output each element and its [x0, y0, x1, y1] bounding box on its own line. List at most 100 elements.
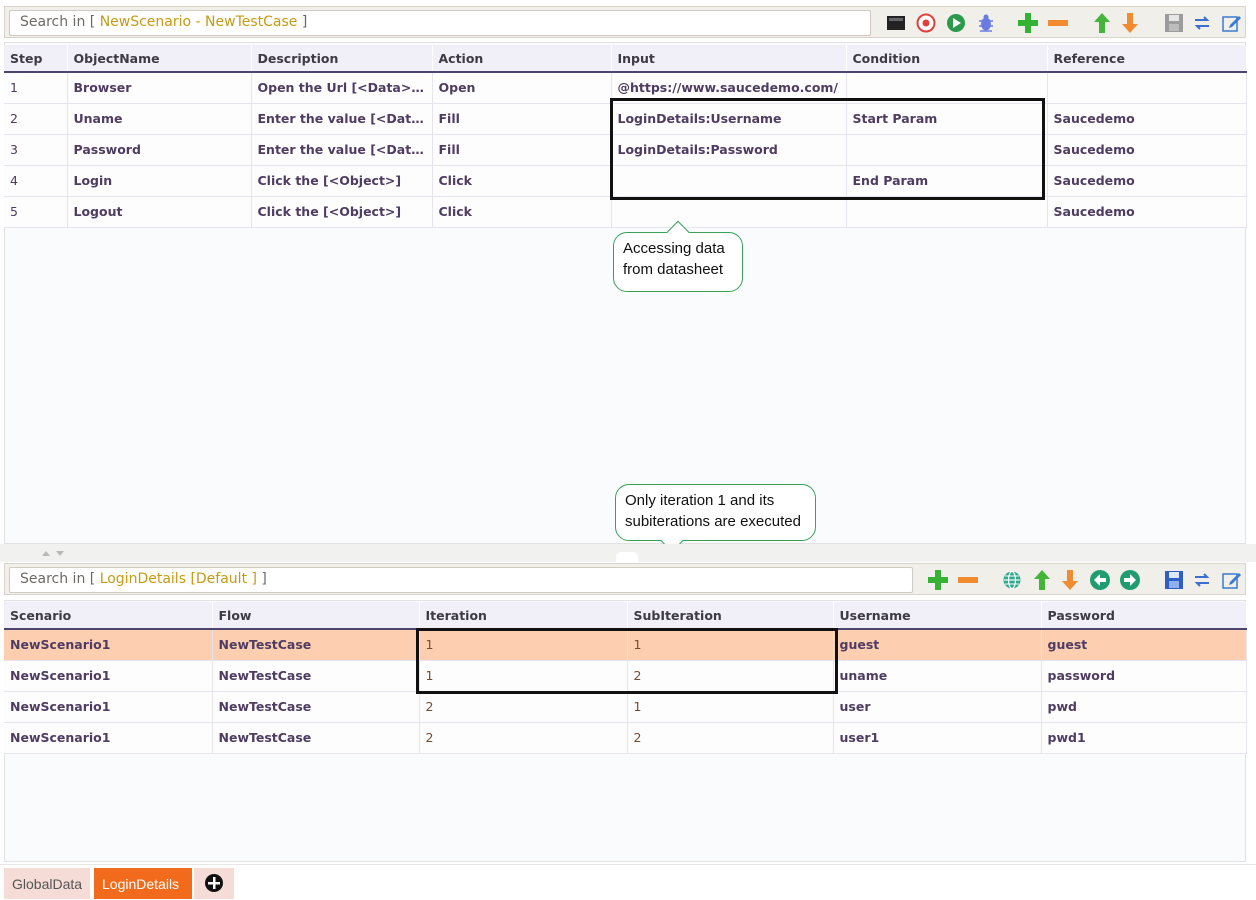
cell-flow[interactable]: NewTestCase	[212, 629, 420, 661]
cell-objectname[interactable]: Login	[67, 165, 252, 197]
cell-description[interactable]: Enter the value [<Data>] i...	[251, 134, 433, 166]
tab-globaldata[interactable]: GlobalData	[4, 868, 90, 899]
cell-iteration[interactable]: 1	[419, 660, 628, 692]
cell-objectname[interactable]: Logout	[67, 196, 252, 228]
cell-step[interactable]: 3	[4, 134, 68, 166]
cell-condition[interactable]: Start Param	[846, 103, 1048, 135]
remove-step-icon[interactable]	[1047, 12, 1069, 34]
cell-input[interactable]: LoginDetails:Username	[611, 103, 847, 135]
cell-scenario[interactable]: NewScenario1	[4, 691, 213, 723]
edit-icon[interactable]	[1221, 569, 1243, 591]
cell-iteration[interactable]: 2	[419, 691, 628, 723]
save-icon[interactable]	[1163, 569, 1185, 591]
col-username[interactable]: Username	[833, 602, 1042, 630]
cell-action[interactable]: Fill	[432, 134, 612, 166]
col-condition[interactable]: Condition	[846, 45, 1048, 73]
cell-description[interactable]: Open the Url [<Data>] in t...	[251, 72, 433, 104]
cell-scenario[interactable]: NewScenario1	[4, 722, 213, 754]
cell-iteration[interactable]: 1	[419, 629, 628, 661]
move-down-icon[interactable]	[1119, 12, 1141, 34]
move-right-icon[interactable]	[1119, 569, 1141, 591]
run-icon[interactable]	[945, 12, 967, 34]
col-step[interactable]: Step	[4, 45, 68, 73]
cell-step[interactable]: 5	[4, 196, 68, 228]
table-row[interactable]: 3 Password Enter the value [<Data>] i...…	[4, 134, 1247, 166]
cell-password[interactable]: password	[1041, 660, 1247, 692]
save-icon[interactable]	[1163, 12, 1185, 34]
cell-step[interactable]: 4	[4, 165, 68, 197]
cell-username[interactable]: uname	[833, 660, 1042, 692]
pane-splitter[interactable]	[0, 544, 1256, 562]
cell-username[interactable]: user	[833, 691, 1042, 723]
table-row[interactable]: 5 Logout Click the [<Object>] Click Sauc…	[4, 196, 1247, 228]
step-search-input[interactable]: Search in [ NewScenario - NewTestCase ]	[9, 10, 871, 36]
cell-subiteration[interactable]: 2	[627, 722, 834, 754]
cell-action[interactable]: Fill	[432, 103, 612, 135]
edit-icon[interactable]	[1221, 12, 1243, 34]
cell-subiteration[interactable]: 2	[627, 660, 834, 692]
cell-password[interactable]: guest	[1041, 629, 1247, 661]
cell-description[interactable]: Click the [<Object>]	[251, 165, 433, 197]
move-up-icon[interactable]	[1091, 12, 1113, 34]
col-subiteration[interactable]: SubIteration	[627, 602, 834, 630]
table-row[interactable]: NewScenario1 NewTestCase 2 1 user pwd	[4, 691, 1247, 723]
cell-action[interactable]: Click	[432, 196, 612, 228]
cell-condition[interactable]	[846, 134, 1048, 166]
cell-condition[interactable]: End Param	[846, 165, 1048, 197]
col-scenario[interactable]: Scenario	[4, 602, 213, 630]
cell-description[interactable]: Click the [<Object>]	[251, 196, 433, 228]
table-row[interactable]: NewScenario1 NewTestCase 2 2 user1 pwd1	[4, 722, 1247, 754]
add-step-icon[interactable]	[1017, 12, 1039, 34]
toggle-icon[interactable]	[1191, 569, 1213, 591]
col-input[interactable]: Input	[611, 45, 847, 73]
cell-description[interactable]: Enter the value [<Data>] i...	[251, 103, 433, 135]
datasheet-search-input[interactable]: Search in [ LoginDetails [Default ] ]	[9, 567, 913, 593]
cell-reference[interactable]: Saucedemo	[1047, 196, 1247, 228]
table-row[interactable]: NewScenario1 NewTestCase 1 1 guest guest	[4, 629, 1247, 661]
add-sheet-button[interactable]	[194, 868, 234, 899]
cell-condition[interactable]	[846, 196, 1048, 228]
col-iteration[interactable]: Iteration	[419, 602, 628, 630]
cell-subiteration[interactable]: 1	[627, 629, 834, 661]
cell-subiteration[interactable]: 1	[627, 691, 834, 723]
cell-objectname[interactable]: Password	[67, 134, 252, 166]
debug-icon[interactable]	[975, 12, 997, 34]
col-objectname[interactable]: ObjectName	[67, 45, 252, 73]
cell-reference[interactable]: Saucedemo	[1047, 103, 1247, 135]
remove-row-icon[interactable]	[957, 569, 979, 591]
cell-objectname[interactable]: Uname	[67, 103, 252, 135]
record-icon[interactable]	[915, 12, 937, 34]
cell-reference[interactable]	[1047, 72, 1247, 104]
cell-input[interactable]: LoginDetails:Password	[611, 134, 847, 166]
col-flow[interactable]: Flow	[212, 602, 420, 630]
globe-icon[interactable]	[1001, 569, 1023, 591]
cell-flow[interactable]: NewTestCase	[212, 691, 420, 723]
collapse-arrows-icon[interactable]	[40, 548, 70, 558]
cell-password[interactable]: pwd	[1041, 691, 1247, 723]
col-reference[interactable]: Reference	[1047, 45, 1247, 73]
cell-flow[interactable]: NewTestCase	[212, 660, 420, 692]
col-action[interactable]: Action	[432, 45, 612, 73]
cell-input[interactable]	[611, 165, 847, 197]
col-password[interactable]: Password	[1041, 602, 1247, 630]
console-icon[interactable]	[885, 12, 907, 34]
cell-reference[interactable]: Saucedemo	[1047, 134, 1247, 166]
table-row[interactable]: 2 Uname Enter the value [<Data>] i... Fi…	[4, 103, 1247, 135]
cell-step[interactable]: 1	[4, 72, 68, 104]
cell-scenario[interactable]: NewScenario1	[4, 660, 213, 692]
table-row[interactable]: 4 Login Click the [<Object>] Click End P…	[4, 165, 1247, 197]
splitter-handle[interactable]	[616, 552, 638, 562]
add-row-icon[interactable]	[927, 569, 949, 591]
cell-password[interactable]: pwd1	[1041, 722, 1247, 754]
cell-action[interactable]: Open	[432, 72, 612, 104]
move-up-icon[interactable]	[1031, 569, 1053, 591]
tab-logindetails[interactable]: LoginDetails	[94, 868, 192, 899]
cell-scenario[interactable]: NewScenario1	[4, 629, 213, 661]
cell-condition[interactable]	[846, 72, 1048, 104]
move-down-icon[interactable]	[1059, 569, 1081, 591]
cell-action[interactable]: Click	[432, 165, 612, 197]
cell-reference[interactable]: Saucedemo	[1047, 165, 1247, 197]
table-row[interactable]: 1 Browser Open the Url [<Data>] in t... …	[4, 72, 1247, 104]
toggle-icon[interactable]	[1191, 12, 1213, 34]
col-description[interactable]: Description	[251, 45, 433, 73]
